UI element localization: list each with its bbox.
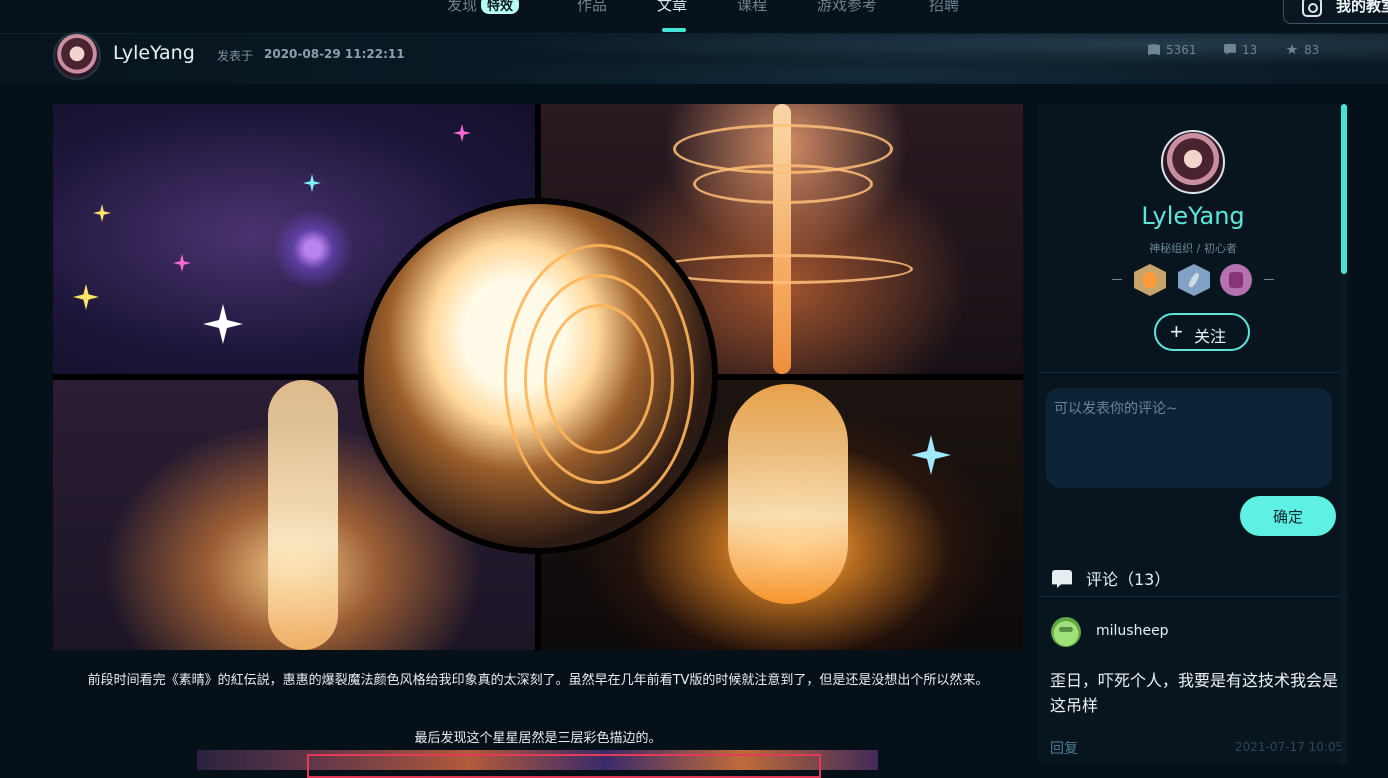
effects-badge: 特效 [481,0,520,14]
sparkle-icon [303,174,321,192]
sparkle-icon [93,204,111,222]
favorites-count: 83 [1304,43,1320,57]
crown-badge-icon[interactable] [1220,264,1252,296]
sparkle-icon [173,254,191,272]
light-beam [728,384,848,604]
follow-button[interactable]: + 关注 [1154,313,1250,351]
scrollbar-thumb[interactable] [1341,104,1347,274]
author-bar: LyleYang 发表于 2020-08-29 11:22:11 5361 13… [0,32,1388,84]
nav-item-works[interactable]: 作品 [577,0,607,15]
comment-input[interactable] [1046,388,1332,488]
author-name[interactable]: LyleYang [113,42,195,64]
divider [1264,279,1274,280]
sidebar-scrollbar[interactable] [1341,104,1347,764]
nav-item-game-reference[interactable]: 游戏参考 [817,0,877,15]
comment-text: 歪日，吓死个人，我要是有这技术我会是这吊样 [1050,671,1339,715]
views-stat: 5361 [1148,43,1197,57]
camera-icon [1302,0,1322,17]
nav-item-courses[interactable]: 课程 [737,0,767,15]
sparkle-icon [73,284,99,310]
reply-link[interactable]: 回复 [1050,738,1078,758]
my-classroom-button[interactable]: 我的教室 [1283,0,1388,24]
follow-label: 关注 [1194,329,1227,346]
magic-ring [653,254,913,284]
author-avatar[interactable] [53,32,101,80]
favorites-stat[interactable]: 83 [1286,43,1319,57]
views-count: 5361 [1166,43,1197,57]
nav-item-label: 发现 [447,0,478,14]
magic-ring [544,304,654,454]
profile-title: 神秘组织 / 初心者 [1149,242,1237,255]
sparkle-icon [203,304,243,344]
plus-icon: + [1170,319,1183,344]
article-hero-image [53,104,1023,650]
nav-item-discover[interactable]: 发现 特效 [447,0,520,15]
comments-header: 评论（13） [1052,566,1170,590]
compass-badge-icon[interactable] [1178,264,1210,296]
article-second-image [197,750,878,778]
comment-date: 2021-07-17 10:05 [1235,740,1344,754]
divider [1038,372,1348,373]
comments-count: 13 [1242,43,1258,57]
star-icon [1286,44,1298,55]
article-paragraph: 最后发现这个星星居然是三层彩色描边的。 [414,731,662,746]
posted-label: 发表于 [217,49,254,63]
divider [1112,279,1122,280]
commenter-name[interactable]: milusheep [1096,623,1169,639]
light-beam [268,380,338,650]
commenter-avatar[interactable] [1051,617,1081,647]
book-icon [1148,44,1160,55]
nav-active-indicator [662,28,686,32]
sparkle-icon [453,124,471,142]
my-classroom-label: 我的教室 [1336,0,1388,15]
sparkle-icon [911,435,951,475]
comments-header-label: 评论（13） [1086,570,1171,589]
magic-circle-inset [358,198,718,554]
profile-avatar[interactable] [1161,130,1225,194]
nav-item-articles[interactable]: 文章 [657,0,687,15]
divider [1038,596,1348,597]
comments-stat: 13 [1224,43,1257,57]
nav-item-jobs[interactable]: 招聘 [929,0,959,15]
submit-comment-button[interactable]: 确定 [1240,496,1336,536]
magic-ring [693,164,873,204]
top-nav: 发现特效 作品 文章 课程 游戏参考 招聘 我的教室 [0,0,1388,34]
author-sidebar: LyleYang 神秘组织 / 初心者 + 关注 确定 评论（13） milus… [1038,104,1348,764]
posted-date: 2020-08-29 11:22:11 [264,47,405,61]
profile-name[interactable]: LyleYang [1038,202,1348,230]
comment-icon [1052,570,1072,588]
article-paragraph: 前段时间看完《素晴》的紅伝説，惠惠的爆裂魔法颜色风格给我印象真的太深刻了。虽然早… [87,673,989,688]
comment-icon [1224,44,1236,55]
flame-badge-icon[interactable] [1134,264,1166,296]
